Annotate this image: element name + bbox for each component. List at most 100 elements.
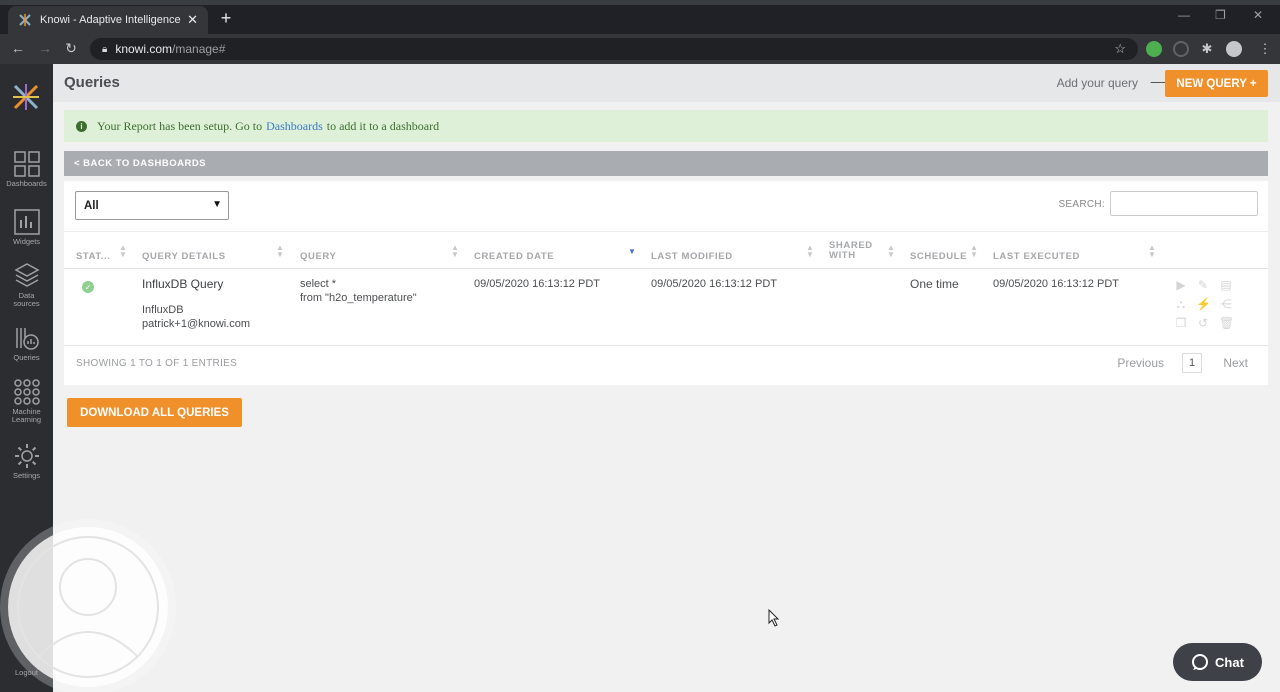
- sort-icon: ▲ ▼: [276, 243, 284, 259]
- sidebar-item-widgets[interactable]: Widgets: [0, 208, 53, 246]
- url-host: knowi.com: [115, 42, 173, 56]
- sidebar-item-dashboards[interactable]: Dashboards: [0, 150, 53, 188]
- sidebar-item-label: Data sources: [13, 291, 40, 308]
- url-path: /manage#: [172, 42, 226, 56]
- sort-icon: ▲ ▼: [1148, 243, 1156, 259]
- extension-icon[interactable]: [1146, 41, 1162, 57]
- query-name[interactable]: InfluxDB Query: [142, 277, 223, 291]
- back-to-dashboards-link[interactable]: < BACK TO DASHBOARDS: [64, 151, 1268, 176]
- download-all-queries-button[interactable]: DOWNLOAD ALL QUERIES: [67, 398, 242, 427]
- query-filter-select[interactable]: All ▼: [75, 191, 229, 220]
- tab-title: Knowi - Adaptive Intelligence: [40, 14, 181, 26]
- dashboards-link[interactable]: Dashboards: [266, 119, 323, 134]
- col-status[interactable]: STAT...: [76, 251, 110, 262]
- maximize-icon[interactable]: ❐: [1215, 8, 1226, 22]
- chat-label: Chat: [1215, 654, 1244, 670]
- table-row[interactable]: ✓ InfluxDB Query InfluxDB patrick+1@know…: [64, 269, 1268, 346]
- knowi-favicon-icon: [19, 14, 31, 26]
- alert-text: Your Report has been setup. Go to: [97, 118, 263, 133]
- query-source: InfluxDB: [142, 304, 184, 316]
- last-executed: 09/05/2020 16:13:12 PDT: [993, 278, 1119, 290]
- entries-info: SHOWING 1 TO 1 OF 1 ENTRIES: [76, 358, 238, 369]
- sidebar-item-label: Settings: [12, 471, 41, 480]
- schedule: One time: [910, 277, 959, 291]
- bookmark-star-icon[interactable]: ☆: [1114, 41, 1126, 57]
- sidebar-item-label: Queries: [13, 353, 40, 362]
- page-header: Queries Add your query ⟶ NEW QUERY +: [53, 64, 1280, 102]
- knowi-logo[interactable]: [11, 82, 41, 112]
- sidebar-item-label: Dashboards: [6, 179, 47, 188]
- info-icon: i: [76, 120, 87, 132]
- success-alert: i Your Report has been setup. Go to Dash…: [64, 110, 1268, 142]
- col-schedule[interactable]: SCHEDULE: [910, 251, 967, 262]
- chat-button[interactable]: Chat: [1173, 643, 1262, 681]
- search-label: SEARCH:: [1058, 199, 1105, 210]
- sort-icon: ▲ ▼: [970, 243, 978, 259]
- sidebar-logout[interactable]: Logout: [0, 668, 53, 677]
- forward-arrow-icon[interactable]: →: [36, 40, 54, 56]
- dropdown-caret-icon: ▼: [212, 199, 222, 210]
- share-icon[interactable]: ⋲: [1219, 297, 1233, 311]
- machine-learning-icon: [13, 379, 40, 405]
- clone-icon[interactable]: ❐: [1174, 316, 1188, 330]
- sort-icon: ▲ ▼: [119, 243, 127, 259]
- sidebar-item-label: Widgets: [12, 237, 41, 246]
- col-query-details[interactable]: QUERY DETAILS: [142, 251, 226, 262]
- plug-icon[interactable]: ⚡: [1196, 297, 1211, 311]
- last-modified: 09/05/2020 16:13:12 PDT: [651, 278, 777, 290]
- sidebar-item-data-sources[interactable]: Data sources: [0, 262, 53, 308]
- view-table-icon[interactable]: ▤: [1219, 278, 1233, 292]
- widgets-icon: [13, 209, 40, 235]
- browser-menu-icon[interactable]: ⋮: [1257, 41, 1273, 57]
- avatar-overlay: [8, 527, 168, 687]
- history-icon[interactable]: ↺: [1196, 316, 1210, 330]
- col-shared-line2: WITH: [829, 250, 856, 261]
- extension-disabled-icon[interactable]: [1173, 41, 1189, 57]
- tab-close-icon[interactable]: ✕: [187, 12, 198, 28]
- dashboards-icon: [13, 151, 40, 177]
- hierarchy-icon[interactable]: ⛬: [1174, 297, 1188, 312]
- browser-tab[interactable]: Knowi - Adaptive Intelligence ✕: [8, 6, 208, 34]
- mouse-cursor-icon: [768, 609, 780, 627]
- pagination-next[interactable]: Next: [1223, 356, 1248, 370]
- run-icon[interactable]: ▶: [1174, 278, 1188, 292]
- query-text-line1: select *: [300, 278, 337, 290]
- new-query-button[interactable]: NEW QUERY +: [1165, 70, 1268, 97]
- col-shared-with[interactable]: SHARED WITH: [829, 241, 873, 261]
- profile-icon[interactable]: [1226, 41, 1242, 57]
- reload-icon[interactable]: ↻: [62, 40, 80, 57]
- address-bar[interactable]: 🔒︎ knowi.com /manage# ☆: [90, 38, 1138, 60]
- col-created-date[interactable]: CREATED DATE: [474, 251, 554, 262]
- sort-icon: ▲ ▼: [806, 243, 814, 259]
- created-date: 09/05/2020 16:13:12 PDT: [474, 278, 600, 290]
- browser-tab-bar: Knowi - Adaptive Intelligence ✕ + — ❐ ✕: [0, 0, 1280, 34]
- search-input[interactable]: [1110, 191, 1258, 216]
- query-owner: patrick+1@knowi.com: [142, 318, 251, 330]
- minimize-icon[interactable]: —: [1178, 8, 1190, 22]
- window-close-icon[interactable]: ✕: [1253, 8, 1263, 22]
- new-tab-icon[interactable]: +: [216, 8, 236, 29]
- sort-icon: ▲ ▼: [887, 243, 895, 259]
- sort-desc-icon: ▼: [628, 247, 636, 256]
- chat-bubble-icon: [1192, 654, 1209, 670]
- delete-trash-icon[interactable]: 🗑︎: [1219, 316, 1234, 330]
- sidebar-item-label: Machine Learning: [11, 407, 42, 424]
- data-sources-icon: [13, 263, 40, 287]
- sort-icon: ▲ ▼: [451, 243, 459, 259]
- queries-table-panel: All ▼ SEARCH: STAT... ▲ ▼ QUERY DETAILS ▲…: [64, 181, 1268, 385]
- sidebar-item-machine-learning[interactable]: Machine Learning: [0, 378, 53, 424]
- col-query[interactable]: QUERY: [300, 251, 336, 262]
- col-last-modified[interactable]: LAST MODIFIED: [651, 251, 733, 262]
- col-last-executed[interactable]: LAST EXECUTED: [993, 251, 1080, 262]
- queries-icon: [15, 328, 39, 350]
- browser-toolbar: ← → ↻ 🔒︎ knowi.com /manage# ☆ ✱ ⋮: [0, 34, 1280, 64]
- extensions-puzzle-icon[interactable]: ✱: [1199, 41, 1215, 57]
- edit-pencil-icon[interactable]: ✎: [1196, 278, 1210, 292]
- pagination-page[interactable]: 1: [1182, 353, 1202, 373]
- back-arrow-icon[interactable]: ←: [9, 40, 27, 56]
- sidebar-item-queries[interactable]: Queries: [0, 324, 53, 362]
- pagination-previous[interactable]: Previous: [1117, 356, 1164, 370]
- query-text-line2: from "h2o_temperature": [300, 292, 417, 304]
- sidebar-item-settings[interactable]: Settings: [0, 442, 53, 480]
- window-frame: [0, 0, 1280, 5]
